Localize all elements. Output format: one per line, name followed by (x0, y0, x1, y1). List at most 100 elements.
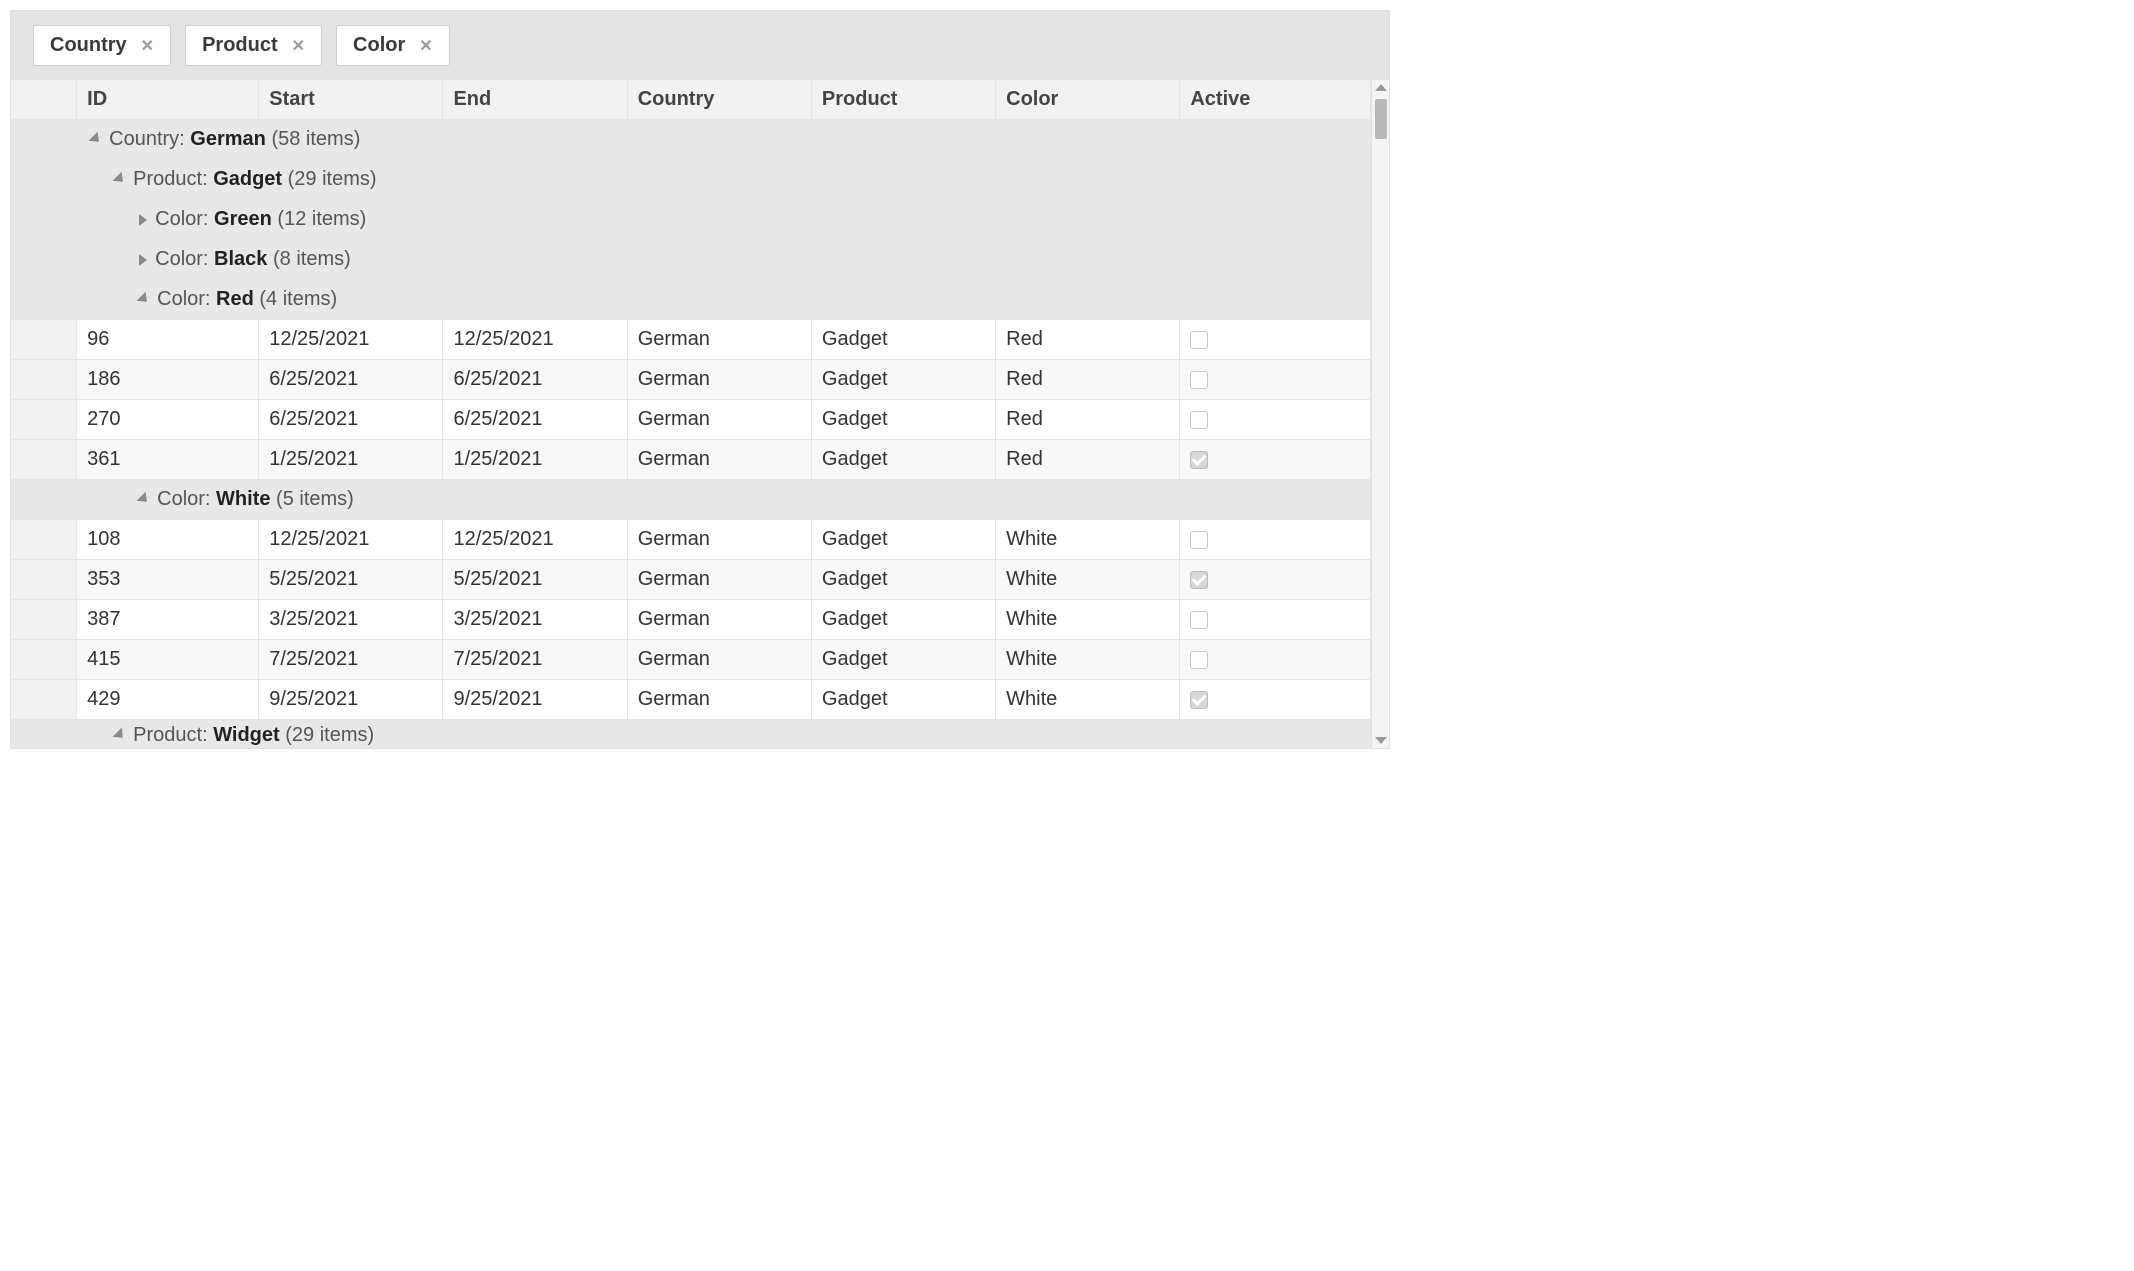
row-gutter (11, 200, 77, 240)
table-row[interactable]: 10812/25/202112/25/2021GermanGadgetWhite (11, 520, 1371, 560)
active-checkbox[interactable] (1190, 371, 1208, 389)
group-label: Country: (109, 128, 190, 150)
row-gutter (11, 720, 77, 748)
active-checkbox[interactable] (1190, 451, 1208, 469)
cell-country: German (627, 560, 811, 600)
row-gutter (11, 360, 77, 400)
group-value: German (190, 128, 266, 150)
header-row: ID Start End Country Product Color Activ… (11, 80, 1371, 120)
chevron-down-icon[interactable] (137, 491, 152, 506)
group-chip-country[interactable]: Country ✕ (33, 25, 171, 66)
group-value: White (216, 488, 270, 510)
table-row[interactable]: 3873/25/20213/25/2021GermanGadgetWhite (11, 600, 1371, 640)
scroll-thumb[interactable] (1375, 99, 1387, 139)
table-row[interactable]: 4299/25/20219/25/2021GermanGadgetWhite (11, 680, 1371, 720)
active-checkbox[interactable] (1190, 691, 1208, 709)
active-checkbox[interactable] (1190, 331, 1208, 349)
cell-active (1180, 400, 1371, 440)
group-value: Black (214, 248, 267, 270)
group-panel: Country ✕ Product ✕ Color ✕ (11, 11, 1389, 80)
cell-product: Gadget (811, 440, 995, 480)
cell-country: German (627, 440, 811, 480)
scroll-track[interactable] (1372, 95, 1389, 733)
cell-active (1180, 320, 1371, 360)
group-label: Product: (133, 724, 213, 746)
cell-color: Red (996, 400, 1180, 440)
close-icon[interactable]: ✕ (292, 36, 305, 56)
column-header-end[interactable]: End (443, 80, 627, 120)
active-checkbox[interactable] (1190, 531, 1208, 549)
chevron-right-icon[interactable] (139, 214, 147, 226)
group-label: Color: (155, 248, 214, 270)
table-row[interactable]: 9612/25/202112/25/2021GermanGadgetRed (11, 320, 1371, 360)
cell-color: Red (996, 360, 1180, 400)
cell-color: Red (996, 440, 1180, 480)
cell-color: White (996, 560, 1180, 600)
column-header-country[interactable]: Country (627, 80, 811, 120)
active-checkbox[interactable] (1190, 611, 1208, 629)
chevron-down-icon[interactable] (137, 291, 152, 306)
group-label: Color: (155, 208, 214, 230)
cell-country: German (627, 680, 811, 720)
scroll-down-icon[interactable] (1375, 737, 1387, 744)
cell-end: 7/25/2021 (443, 640, 627, 680)
cell-country: German (627, 400, 811, 440)
cell-active (1180, 600, 1371, 640)
cell-active (1180, 560, 1371, 600)
cell-active (1180, 680, 1371, 720)
group-value: Green (214, 208, 272, 230)
group-row-color-white[interactable]: Color: White (5 items) (11, 480, 1371, 520)
group-row-country-german[interactable]: Country: German (58 items) (11, 120, 1371, 160)
group-chip-product[interactable]: Product ✕ (185, 25, 322, 66)
column-header-id[interactable]: ID (77, 80, 259, 120)
table-row[interactable]: 2706/25/20216/25/2021GermanGadgetRed (11, 400, 1371, 440)
cell-country: German (627, 360, 811, 400)
group-row-product-widget[interactable]: Product: Widget (29 items) (11, 720, 1371, 748)
data-grid: Country ✕ Product ✕ Color ✕ (10, 10, 1390, 749)
group-value: Red (216, 288, 254, 310)
cell-end: 12/25/2021 (443, 520, 627, 560)
cell-end: 3/25/2021 (443, 600, 627, 640)
table-row[interactable]: 3611/25/20211/25/2021GermanGadgetRed (11, 440, 1371, 480)
group-chip-color[interactable]: Color ✕ (336, 25, 450, 66)
row-gutter (11, 440, 77, 480)
cell-start: 6/25/2021 (259, 360, 443, 400)
scroll-up-icon[interactable] (1375, 84, 1387, 91)
cell-id: 353 (77, 560, 259, 600)
table-row[interactable]: 4157/25/20217/25/2021GermanGadgetWhite (11, 640, 1371, 680)
column-header-product[interactable]: Product (811, 80, 995, 120)
active-checkbox[interactable] (1190, 411, 1208, 429)
group-row-color-black[interactable]: Color: Black (8 items) (11, 240, 1371, 280)
column-header-start[interactable]: Start (259, 80, 443, 120)
group-row-color-red[interactable]: Color: Red (4 items) (11, 280, 1371, 320)
group-row-product-gadget[interactable]: Product: Gadget (29 items) (11, 160, 1371, 200)
chevron-right-icon[interactable] (139, 254, 147, 266)
chevron-down-icon[interactable] (113, 171, 128, 186)
chevron-down-icon[interactable] (113, 727, 128, 742)
grid-table: ID Start End Country Product Color Activ… (11, 80, 1371, 748)
group-chip-label: Color (353, 34, 405, 57)
group-chip-label: Product (202, 34, 278, 57)
group-count: (58 items) (266, 128, 360, 150)
active-checkbox[interactable] (1190, 571, 1208, 589)
group-row-color-green[interactable]: Color: Green (12 items) (11, 200, 1371, 240)
group-chip-label: Country (50, 34, 127, 57)
column-header-color[interactable]: Color (996, 80, 1180, 120)
cell-start: 12/25/2021 (259, 320, 443, 360)
row-gutter (11, 680, 77, 720)
row-gutter (11, 320, 77, 360)
row-gutter (11, 160, 77, 200)
close-icon[interactable]: ✕ (141, 36, 154, 56)
row-gutter (11, 600, 77, 640)
cell-product: Gadget (811, 560, 995, 600)
table-row[interactable]: 3535/25/20215/25/2021GermanGadgetWhite (11, 560, 1371, 600)
close-icon[interactable]: ✕ (419, 36, 432, 56)
vertical-scrollbar[interactable] (1371, 80, 1389, 748)
column-header-active[interactable]: Active (1180, 80, 1371, 120)
chevron-down-icon[interactable] (89, 131, 104, 146)
cell-product: Gadget (811, 320, 995, 360)
row-gutter (11, 480, 77, 520)
group-label: Product: (133, 168, 213, 190)
active-checkbox[interactable] (1190, 651, 1208, 669)
table-row[interactable]: 1866/25/20216/25/2021GermanGadgetRed (11, 360, 1371, 400)
